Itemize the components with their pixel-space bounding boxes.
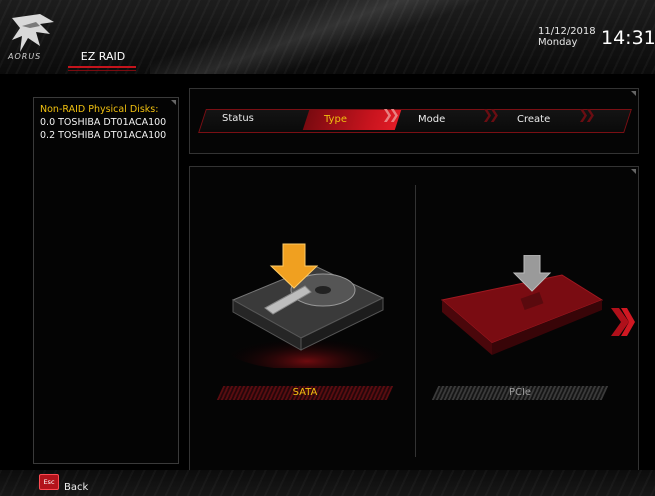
- back-label[interactable]: Back: [64, 482, 88, 493]
- chevron-right-icon: ❯❯: [578, 108, 596, 123]
- weekday-value: Monday: [538, 37, 578, 48]
- wizard-steps-track: [198, 109, 632, 133]
- step-create: Create: [517, 114, 551, 125]
- pcie-card-icon[interactable]: [432, 255, 607, 365]
- corner-marker: [631, 169, 636, 174]
- non-raid-disks-panel: Non-RAID Physical Disks: 0.0 TOSHIBA DT0…: [33, 97, 179, 464]
- corner-marker: [171, 100, 176, 105]
- panel-title: Non-RAID Physical Disks:: [40, 104, 159, 115]
- esc-key-button[interactable]: Esc: [39, 474, 59, 490]
- sata-hard-drive-icon[interactable]: [225, 238, 390, 368]
- tab-active-indicator: [68, 66, 136, 68]
- logo-wordmark: AORUS: [8, 52, 42, 61]
- next-arrow-icon[interactable]: [609, 306, 635, 338]
- footer-bar: [0, 470, 655, 496]
- step-status: Status: [222, 113, 254, 124]
- corner-marker: [631, 91, 636, 96]
- sata-option-label[interactable]: SATA: [220, 387, 390, 398]
- pcie-option-label[interactable]: PCIe: [435, 387, 605, 398]
- step-mode: Mode: [418, 114, 446, 125]
- disk-item[interactable]: 0.2 TOSHIBA DT01ACA100: [40, 130, 166, 141]
- clock-time: 14:31: [601, 27, 655, 49]
- option-divider: [415, 185, 416, 457]
- disk-item[interactable]: 0.0 TOSHIBA DT01ACA100: [40, 117, 166, 128]
- step-type: Type: [324, 114, 347, 125]
- date-value: 11/12/2018: [538, 26, 596, 37]
- chevron-right-icon: ❯❯: [382, 108, 400, 123]
- wizard-steps-panel: [189, 88, 639, 154]
- date-display: 11/12/2018 Monday: [538, 26, 596, 48]
- tab-active-indicator-shadow: [68, 70, 136, 71]
- chevron-right-icon: ❯❯: [482, 108, 500, 123]
- header-decoration: [150, 0, 510, 74]
